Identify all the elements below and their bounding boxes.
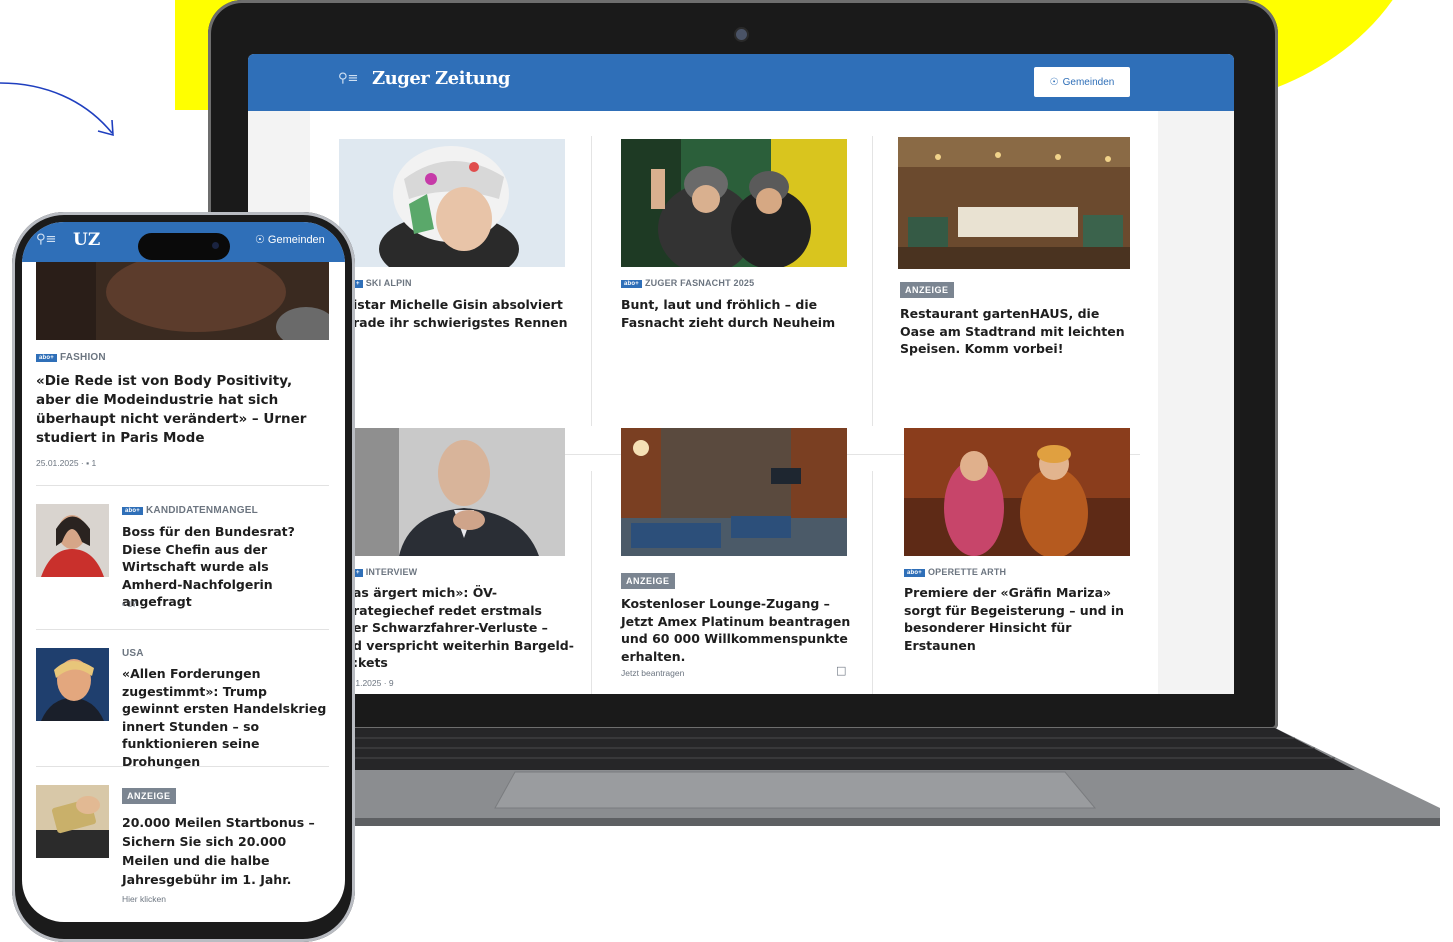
article-grid: + SKI ALPIN istar Michelle Gisin absolvie… — [310, 111, 1158, 694]
divider — [591, 471, 592, 694]
right-rail — [1158, 111, 1234, 694]
article-kicker: abo+ OPERETTE ARTH — [904, 567, 1006, 577]
phone-screen: ⚲≡ UZ ☉ Gemeinden abo+ FASHION «Die Rede … — [22, 222, 345, 922]
compass-icon: ☉ — [255, 234, 268, 246]
gemeinden-button[interactable]: ☉ Gemeinden — [255, 233, 325, 246]
front-camera-icon — [212, 242, 219, 249]
lounge-photo — [621, 428, 847, 556]
arrow-decoration-icon — [0, 82, 114, 137]
search-menu-icon[interactable]: ⚲≡ — [338, 71, 358, 86]
fasnacht-photo — [621, 139, 847, 267]
operetta-photo — [904, 428, 1130, 556]
article-kicker: abo+ ZUGER FASNACHT 2025 — [621, 278, 754, 288]
lead-date: 25.01.2025 — [36, 458, 79, 468]
kandidatenmangel-thumbnail — [36, 504, 109, 577]
gemeinden-label: Gemeinden — [1062, 76, 1115, 88]
site-header: ⚲≡ Zuger Zeitung ☉ Gemeinden — [248, 54, 1234, 111]
article-title: Kostenloser Lounge-Zugang – Jetzt Amex P… — [621, 596, 851, 664]
article-title[interactable]: 20.000 Meilen Startbonus – Sichern Sie s… — [122, 813, 334, 889]
gemeinden-button[interactable]: ☉ Gemeinden — [1034, 67, 1130, 97]
article-title: Premiere der «Gräfin Mariza» sorgt für B… — [904, 585, 1125, 653]
article-kicker: USA — [122, 648, 144, 659]
article-kicker: + SKI ALPIN — [353, 278, 412, 288]
laptop-keyboard-base — [215, 728, 1440, 826]
laptop-screen: ⚲≡ Zuger Zeitung ☉ Gemeinden + SKI ALPIN … — [248, 54, 1234, 694]
article-title: Bunt, laut und fröhlich – die Fasnacht z… — [621, 297, 836, 330]
lead-meta: 25.01.2025 · ▪ 1 — [36, 458, 97, 468]
site-logo[interactable]: Zuger Zeitung — [372, 68, 511, 89]
divider — [872, 471, 873, 694]
anzeige-badge: ANZEIGE — [122, 788, 176, 804]
trump-thumbnail — [36, 648, 109, 721]
ski-helmet-photo — [339, 139, 565, 267]
lead-kicker: abo+ FASHION — [36, 352, 106, 363]
article-kicker: abo+ KANDIDATENMANGEL — [122, 505, 258, 516]
divider — [36, 766, 329, 767]
creditcard-thumbnail — [36, 785, 109, 858]
divider — [591, 136, 592, 426]
search-menu-icon[interactable]: ⚲≡ — [36, 232, 56, 247]
comment-icon: ▪ — [86, 458, 90, 468]
abo-badge: abo+ — [122, 507, 143, 515]
divider — [36, 485, 329, 486]
abo-badge: abo+ — [904, 569, 925, 577]
ad-cta[interactable]: Hier klicken — [122, 894, 166, 904]
article-cta[interactable]: Jetzt beantragen — [621, 668, 684, 678]
external-link-icon[interactable]: □ — [836, 664, 846, 677]
restaurant-photo — [898, 137, 1130, 269]
webcam-icon — [736, 29, 747, 40]
abo-badge: abo+ — [621, 280, 642, 288]
lead-article-photo — [36, 262, 329, 340]
abo-badge: abo+ — [36, 354, 57, 362]
article-title: as ärgert mich»: ÖV- rategiechef redet e… — [353, 585, 574, 670]
interview-photo — [339, 428, 565, 556]
mobile-logo[interactable]: UZ — [73, 230, 100, 250]
article-title: istar Michelle Gisin absolviert rade ihr… — [353, 297, 568, 330]
anzeige-badge: ANZEIGE — [900, 282, 954, 298]
article-title[interactable]: Boss für den Bundesrat? Diese Chefin aus… — [122, 523, 327, 611]
anzeige-badge: ANZEIGE — [621, 573, 675, 589]
article-meta: ▪ 17 — [122, 599, 137, 609]
comment-count: 1 — [91, 458, 97, 468]
lead-title[interactable]: «Die Rede ist von Body Positivity, aber … — [36, 372, 322, 448]
article-title[interactable]: «Allen Forderungen zugestimmt»: Trump ge… — [122, 665, 327, 770]
article-meta: .1.2025 · 9 — [353, 678, 394, 688]
compass-icon: ☉ — [1049, 76, 1059, 88]
article-title: Restaurant gartenHAUS, die Oase am Stadt… — [900, 306, 1125, 356]
divider — [872, 136, 873, 426]
divider — [36, 629, 329, 630]
article-kicker: + INTERVIEW — [353, 567, 417, 577]
